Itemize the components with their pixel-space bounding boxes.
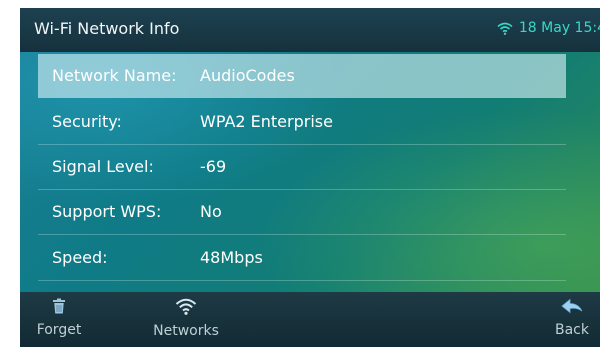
signal-level-value: -69 — [200, 157, 227, 176]
networks-button[interactable]: Networks — [148, 298, 224, 339]
page-title: Wi-Fi Network Info — [34, 19, 180, 38]
speed-label: Speed: — [52, 248, 108, 267]
list-item-security[interactable]: Security: WPA2 Enterprise — [38, 100, 566, 145]
wifi-icon — [175, 298, 197, 315]
speed-value: 48Mbps — [200, 248, 263, 267]
network-name-label: Network Name: — [52, 66, 177, 85]
list-item-support-wps[interactable]: Support WPS: No — [38, 190, 566, 235]
list-item-signal-level[interactable]: Signal Level: -69 — [38, 145, 566, 190]
list-item-speed[interactable]: Speed: 48Mbps — [38, 236, 566, 281]
network-info-list: Network Name: AudioCodes Security: WPA2 … — [20, 52, 600, 292]
networks-label: Networks — [153, 323, 219, 339]
forget-label: Forget — [36, 322, 82, 338]
security-label: Security: — [52, 112, 122, 131]
trash-icon — [53, 298, 65, 314]
back-label: Back — [555, 322, 589, 338]
phone-screen: Wi-Fi Network Info 18 May 15:4 Network N… — [20, 8, 600, 347]
support-wps-label: Support WPS: — [52, 202, 162, 221]
support-wps-value: No — [200, 202, 222, 221]
softkey-bar: Forget Networks Back — [20, 292, 600, 347]
status-bar: Wi-Fi Network Info 18 May 15:4 — [20, 8, 600, 52]
list-item-network-name[interactable]: Network Name: AudioCodes — [38, 54, 566, 98]
wifi-signal-icon — [497, 22, 513, 35]
back-button[interactable]: Back — [548, 298, 596, 338]
security-value: WPA2 Enterprise — [200, 112, 333, 131]
network-name-value: AudioCodes — [200, 66, 295, 85]
signal-level-label: Signal Level: — [52, 157, 154, 176]
date-time: 18 May 15:4 — [518, 20, 600, 36]
back-arrow-icon — [561, 298, 583, 314]
forget-button[interactable]: Forget — [34, 298, 84, 338]
status-indicators: 18 May 15:4 — [497, 20, 600, 36]
